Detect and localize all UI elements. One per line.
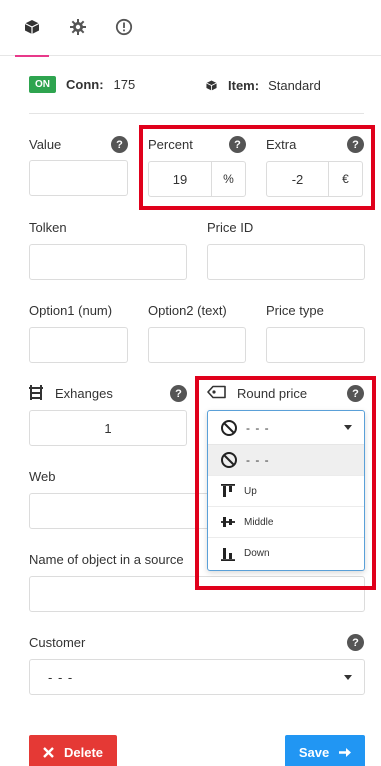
customer-selected: - - - bbox=[48, 669, 74, 685]
price-type-label: Price type bbox=[266, 303, 324, 318]
highlight-box-round-price bbox=[195, 376, 376, 590]
ladder-icon bbox=[29, 385, 43, 400]
conn-value: 175 bbox=[113, 77, 136, 92]
price-id-input[interactable] bbox=[207, 244, 365, 280]
save-label: Save bbox=[298, 744, 330, 760]
close-icon bbox=[43, 746, 54, 758]
status-badge: ON bbox=[29, 76, 56, 93]
web-label: Web bbox=[29, 469, 56, 484]
exhanges-label: Exhanges bbox=[55, 386, 113, 401]
option2-input[interactable] bbox=[148, 327, 246, 363]
cube-icon bbox=[206, 80, 217, 91]
customer-select[interactable]: - - - bbox=[29, 659, 365, 695]
price-type-input[interactable] bbox=[266, 327, 365, 363]
tolken-label: Tolken bbox=[29, 220, 67, 235]
tab-info[interactable] bbox=[107, 18, 141, 56]
option2-label: Option2 (text) bbox=[148, 303, 227, 318]
help-icon[interactable]: ? bbox=[170, 385, 187, 402]
delete-label: Delete bbox=[63, 744, 104, 760]
delete-button[interactable]: Delete bbox=[29, 735, 117, 766]
save-button[interactable]: Save bbox=[285, 735, 365, 766]
gear-icon bbox=[70, 19, 86, 35]
tolken-input[interactable] bbox=[29, 244, 187, 280]
item-value: Standard bbox=[268, 78, 321, 93]
tab-settings[interactable] bbox=[61, 18, 95, 56]
price-id-label: Price ID bbox=[207, 220, 254, 235]
tab-bar bbox=[0, 0, 381, 57]
divider bbox=[29, 113, 364, 114]
option1-label: Option1 (num) bbox=[29, 303, 113, 318]
help-icon[interactable]: ? bbox=[111, 136, 128, 153]
item-info: Item: Standard bbox=[205, 78, 321, 93]
highlight-box-percent-extra bbox=[139, 125, 375, 210]
value-input[interactable] bbox=[29, 160, 128, 196]
customer-label: Customer bbox=[29, 635, 86, 650]
value-label: Value bbox=[29, 137, 62, 152]
arrow-right-icon bbox=[339, 747, 352, 757]
exhanges-input[interactable]: 1 bbox=[29, 410, 187, 446]
status-row: ON Conn: 175 bbox=[29, 76, 135, 93]
option1-input[interactable] bbox=[29, 327, 128, 363]
conn-label: Conn: bbox=[66, 77, 104, 92]
alert-circle-icon bbox=[115, 18, 133, 36]
item-label: Item: bbox=[228, 78, 260, 93]
cube-icon bbox=[24, 20, 40, 34]
object-name-label: Name of object in a source bbox=[29, 552, 184, 567]
chevron-down-icon bbox=[344, 675, 352, 680]
tab-item[interactable] bbox=[15, 18, 49, 57]
help-icon[interactable]: ? bbox=[347, 634, 364, 651]
